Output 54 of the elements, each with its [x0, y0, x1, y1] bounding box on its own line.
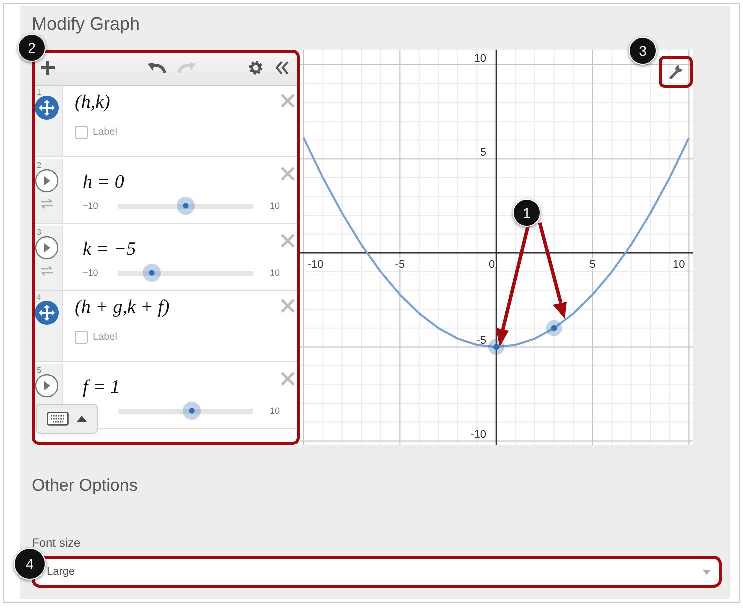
slider-min: −10 — [83, 268, 100, 278]
slider-thumb[interactable] — [176, 197, 194, 215]
section-title: Modify Graph — [32, 13, 142, 36]
x-tick-label: 5 — [590, 259, 596, 272]
collapse-icon[interactable] — [274, 60, 290, 76]
caret-up-icon — [77, 416, 87, 422]
math-expression[interactable]: k = −5 — [83, 239, 136, 261]
field-label: Font size — [32, 536, 82, 550]
settings-icon[interactable] — [248, 60, 264, 76]
slider-max: 10 — [270, 406, 282, 416]
section-title: Other Options — [32, 476, 139, 496]
font-size-dropdown[interactable]: Large — [32, 556, 722, 588]
x-tick-label: 10 — [673, 259, 686, 272]
x-tick-label: 0 — [488, 259, 496, 272]
y-tick-label: -5 — [476, 335, 486, 348]
add-icon[interactable] — [40, 60, 56, 76]
x-tick-label: -5 — [395, 259, 406, 272]
keyboard-button[interactable] — [36, 404, 98, 434]
line-number: 1 — [37, 88, 42, 97]
keyboard-icon — [47, 412, 69, 426]
checkbox-label: Label — [93, 127, 118, 138]
y-tick-label: -10 — [470, 429, 486, 442]
slider-thumb[interactable] — [183, 402, 202, 420]
play-icon[interactable] — [35, 374, 59, 398]
callout-number: 3 — [629, 37, 657, 65]
label-checkbox[interactable] — [75, 331, 88, 344]
slider-min: −10 — [83, 201, 100, 211]
x-tick-label: -10 — [308, 259, 324, 272]
play-icon[interactable] — [35, 169, 59, 193]
play-icon[interactable] — [35, 236, 59, 260]
draggable-point[interactable] — [546, 320, 562, 336]
checkbox-label: Label — [93, 332, 118, 343]
slider-max: 10 — [270, 201, 282, 211]
y-tick-label: 10 — [474, 53, 486, 66]
line-number: 3 — [37, 228, 42, 237]
undo-icon[interactable] — [147, 60, 167, 74]
graph-settings-button[interactable] — [659, 56, 693, 88]
dropdown-caret-icon — [703, 570, 711, 574]
y-tick-label: 5 — [480, 147, 486, 160]
callout-number: 2 — [18, 34, 46, 62]
line-number: 5 — [37, 366, 42, 375]
move-icon[interactable] — [35, 301, 59, 325]
callout-number: 4 — [14, 548, 46, 580]
math-expression[interactable]: f = 1 — [83, 377, 120, 399]
label-checkbox[interactable] — [75, 126, 88, 139]
wrench-icon — [669, 65, 683, 79]
math-expression[interactable]: (h,k) — [75, 92, 110, 114]
slider-max: 10 — [270, 268, 282, 278]
line-number: 4 — [37, 293, 42, 302]
move-icon[interactable] — [35, 96, 59, 120]
line-number: 2 — [37, 161, 42, 170]
slider-thumb[interactable] — [142, 264, 161, 282]
math-expression[interactable]: h = 0 — [83, 172, 124, 194]
math-expression[interactable]: (h + g,k + f) — [75, 297, 170, 319]
